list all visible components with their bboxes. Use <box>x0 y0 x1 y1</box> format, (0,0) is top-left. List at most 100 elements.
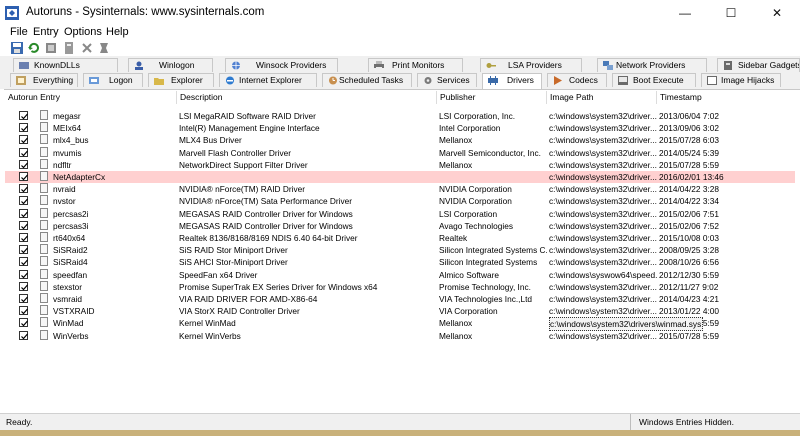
tab-knowndlls[interactable]: KnownDLLs <box>13 58 118 72</box>
maximize-button[interactable]: ☐ <box>708 0 754 26</box>
tab-winsock-providers[interactable]: Winsock Providers <box>225 58 338 72</box>
table-row[interactable]: SiSRaid4 SiS AHCI Stor-Miniport Driver Sil… <box>5 256 795 268</box>
table-row[interactable]: vsmraid VIA RAID DRIVER FOR AMD-X86-64 VIA… <box>5 293 795 305</box>
entry-publisher: Intel Corporation <box>439 123 501 134</box>
enabled-checkbox[interactable] <box>19 294 28 303</box>
table-row[interactable]: stexstor Promise SuperTrak EX Series Driv… <box>5 280 795 293</box>
entry-timestamp: 2012/11/27 9:02 <box>659 281 719 292</box>
enabled-checkbox[interactable] <box>19 172 28 181</box>
tab-drivers[interactable]: Drivers <box>482 73 542 89</box>
table-row[interactable]: nvraid NVIDIA® nForce(TM) RAID Driver NVID… <box>5 183 795 195</box>
jump-icon[interactable] <box>62 41 76 55</box>
entry-image-path: c:\windows\system32\driver... <box>549 135 657 146</box>
enabled-checkbox[interactable] <box>19 147 28 157</box>
enabled-checkbox[interactable] <box>19 111 28 120</box>
menu-file[interactable]: File <box>10 26 28 38</box>
enabled-checkbox[interactable] <box>19 245 28 255</box>
tab-codecs[interactable]: Codecs <box>547 73 607 87</box>
table-row[interactable]: speedfan SpeedFan x64 Driver Almico Softwa… <box>5 268 795 281</box>
table-row[interactable]: ndfltr NetworkDirect Support Filter Drive… <box>5 158 795 171</box>
filter-icon[interactable] <box>44 41 58 55</box>
tab-scheduled-tasks[interactable]: Scheduled Tasks <box>322 73 412 87</box>
table-row[interactable]: nvstor NVIDIA® nForce(TM) Sata Performanc… <box>5 195 795 207</box>
entry-description: NetworkDirect Support Filter Driver <box>179 159 308 170</box>
tab-lsa-providers[interactable]: LSA Providers <box>480 58 582 72</box>
find-icon[interactable] <box>97 41 111 55</box>
table-row[interactable]: percsas2i MEGASAS RAID Controller Driver … <box>5 207 795 220</box>
enabled-checkbox[interactable] <box>19 135 28 145</box>
entry-image-path: c:\windows\system32\drivers\winmad.sys <box>549 317 703 332</box>
column-header-publisher[interactable]: Publisher <box>437 91 547 104</box>
file-icon <box>40 158 48 169</box>
entry-description: NVIDIA® nForce(TM) Sata Performance Driv… <box>179 196 353 207</box>
table-row[interactable]: NetAdapterCx c:\windows\system32\driver..… <box>5 171 795 183</box>
tab-label: Explorer <box>171 75 203 85</box>
tab-explorer[interactable]: Explorer <box>148 73 214 87</box>
enabled-checkbox[interactable] <box>19 184 28 194</box>
tab-label: Image Hijacks <box>721 75 775 85</box>
printer-icon <box>374 61 384 70</box>
enabled-checkbox[interactable] <box>19 306 28 316</box>
tab-label: Internet Explorer <box>239 75 302 85</box>
status-hidden-entries: Windows Entries Hidden. <box>639 417 734 427</box>
file-icon <box>40 329 48 340</box>
table-row[interactable]: percsas3i MEGASAS RAID Controller Driver … <box>5 219 795 232</box>
tab-services[interactable]: Services <box>417 73 477 87</box>
menu-entry[interactable]: Entry <box>33 26 59 38</box>
enabled-checkbox[interactable] <box>19 281 28 291</box>
entry-image-path: c:\windows\system32\driver... <box>549 281 657 292</box>
enabled-checkbox[interactable] <box>19 318 28 328</box>
minimize-button[interactable]: — <box>662 0 708 26</box>
tab-sidebar-gadgets[interactable]: Sidebar Gadgets <box>717 58 800 72</box>
enabled-checkbox[interactable] <box>19 196 28 206</box>
entry-publisher: LSI Corporation <box>439 208 498 219</box>
enabled-checkbox[interactable] <box>19 269 28 279</box>
table-row[interactable]: mlx4_bus MLX4 Bus Driver Mellanox c:\window… <box>5 134 795 146</box>
save-icon[interactable] <box>10 41 24 55</box>
enabled-checkbox[interactable] <box>19 208 28 218</box>
enabled-checkbox[interactable] <box>19 233 28 242</box>
tab-network-providers[interactable]: Network Providers <box>597 58 707 72</box>
refresh-icon[interactable] <box>27 41 41 55</box>
check-icon <box>21 125 28 132</box>
tab-internet-explorer[interactable]: Internet Explorer <box>219 73 317 87</box>
enabled-checkbox[interactable] <box>19 257 28 267</box>
tab-print-monitors[interactable]: Print Monitors <box>368 58 463 72</box>
menu-help[interactable]: Help <box>106 26 129 38</box>
entry-description: Kernel WinVerbs <box>179 330 241 341</box>
tab-boot-execute[interactable]: Boot Execute <box>612 73 696 87</box>
entry-name: WinMad <box>53 318 84 329</box>
entry-publisher: NVIDIA Corporation <box>439 196 512 207</box>
tab-logon[interactable]: Logon <box>83 73 143 87</box>
column-header-description[interactable]: Description <box>177 91 437 104</box>
column-header-timestamp[interactable]: Timestamp <box>657 91 767 104</box>
enabled-checkbox[interactable] <box>19 220 28 230</box>
entry-image-path: c:\windows\system32\driver... <box>549 196 657 207</box>
entry-publisher: Avago Technologies <box>439 220 513 231</box>
enabled-checkbox[interactable] <box>19 159 28 169</box>
enabled-checkbox[interactable] <box>19 330 28 340</box>
close-button[interactable]: ✕ <box>754 0 800 26</box>
entry-name: MEIx64 <box>53 123 82 134</box>
tab-image-hijacks[interactable]: Image Hijacks <box>701 73 781 87</box>
check-icon <box>21 113 28 120</box>
table-row[interactable]: megasr LSI MegaRAID Software RAID Driver L… <box>5 110 795 122</box>
table-row[interactable]: MEIx64 Intel(R) Management Engine Interfa… <box>5 122 795 134</box>
table-row[interactable]: SiSRaid2 SiS RAID Stor Miniport Driver Sil… <box>5 244 795 256</box>
tab-winlogon[interactable]: Winlogon <box>128 58 213 72</box>
table-row[interactable]: mvumis Marvell Flash Controller Driver Mar… <box>5 146 795 159</box>
table-row[interactable]: WinMad Kernel WinMad Mellanox c:\windows\sy… <box>5 317 795 332</box>
tab-label: LSA Providers <box>508 60 562 70</box>
table-row[interactable]: rt640x64 Realtek 8136/8168/8169 NDIS 6.40… <box>5 232 795 244</box>
column-header-image-path[interactable]: Image Path <box>547 91 657 104</box>
delete-icon[interactable] <box>80 41 94 55</box>
table-row[interactable]: WinVerbs Kernel WinVerbs Mellanox c:\window… <box>5 329 795 342</box>
status-text: Ready. <box>6 417 33 427</box>
tab-everything[interactable]: Everything <box>10 73 78 87</box>
menu-options[interactable]: Options <box>64 26 102 38</box>
column-header-entry[interactable]: Autorun Entry <box>5 91 177 104</box>
table-row[interactable]: VSTXRAID VIA StorX RAID Controller Driver… <box>5 305 795 317</box>
entry-description: SpeedFan x64 Driver <box>179 269 258 280</box>
enabled-checkbox[interactable] <box>19 123 28 133</box>
entry-image-path: c:\windows\system32\driver... <box>549 147 657 158</box>
